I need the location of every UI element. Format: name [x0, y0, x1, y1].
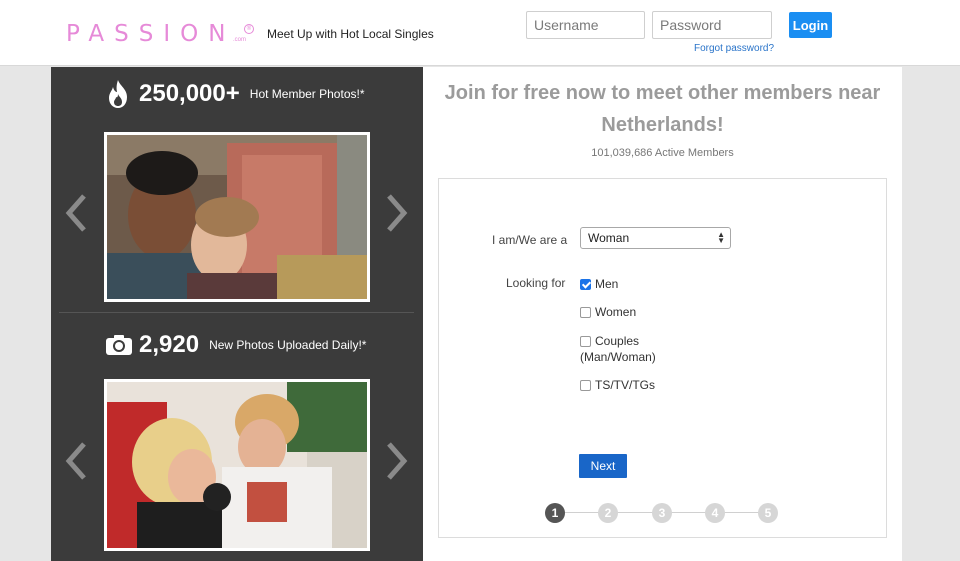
site-logo[interactable]: PASSION	[66, 21, 235, 47]
gender-select[interactable]: Woman ▲ ▼	[580, 227, 731, 249]
password-input[interactable]	[652, 11, 772, 39]
camera-icon	[106, 335, 132, 355]
member-photo[interactable]	[104, 132, 370, 302]
checkbox-couples[interactable]	[580, 336, 591, 347]
option-couples-label: Couples	[595, 334, 640, 348]
member-photo[interactable]	[104, 379, 370, 551]
photo-count-text: Hot Member Photos!*	[249, 87, 365, 101]
photo-count-stat: 250,000+ Hot Member Photos!*	[105, 79, 365, 109]
option-couples-sublabel: (Man/Woman)	[580, 350, 656, 364]
next-button[interactable]: Next	[579, 454, 627, 478]
login-button[interactable]: Login	[789, 12, 832, 38]
photo-count-number: 250,000+	[139, 80, 240, 107]
step-1: 1	[545, 503, 565, 523]
site-tagline: Meet Up with Hot Local Singles	[267, 27, 434, 41]
select-caret-icon: ▲ ▼	[717, 230, 725, 245]
panel-divider	[59, 312, 414, 313]
option-men[interactable]: Men	[580, 277, 618, 291]
checkbox-men[interactable]	[580, 279, 591, 290]
option-women[interactable]: Women	[580, 305, 636, 319]
active-members-count: 101,039,686 Active Members	[591, 147, 734, 159]
step-5: 5	[758, 503, 778, 523]
step-progress: 1 2 3 4 5	[545, 503, 785, 523]
forgot-password-link[interactable]: Forgot password?	[694, 43, 774, 54]
looking-for-label: Looking for	[506, 276, 566, 290]
gender-select-value: Woman	[588, 231, 630, 245]
step-2: 2	[598, 503, 618, 523]
prev-arrow-icon[interactable]	[64, 441, 88, 481]
promo-panel: 250,000+ Hot Member Photos!* 2,920 New P…	[51, 67, 423, 561]
step-4: 4	[705, 503, 725, 523]
registered-mark-icon: ®	[244, 24, 254, 34]
daily-uploads-number: 2,920	[139, 331, 200, 358]
logo-suffix: .com	[233, 37, 247, 43]
signup-headline: Join for free now to meet other members …	[444, 82, 881, 136]
checkbox-ts-tv-tg[interactable]	[580, 380, 591, 391]
next-arrow-icon[interactable]	[385, 441, 409, 481]
option-ts-tv-tg-label: TS/TV/TGs	[595, 378, 655, 392]
username-input[interactable]	[526, 11, 645, 39]
option-women-label: Women	[595, 305, 637, 319]
next-arrow-icon[interactable]	[385, 193, 409, 233]
top-header: PASSION ® .com Meet Up with Hot Local Si…	[0, 0, 960, 66]
signup-form: I am/We are a Woman ▲ ▼ Looking for Men W…	[438, 178, 887, 538]
daily-uploads-text: New Photos Uploaded Daily!*	[209, 338, 367, 352]
checkbox-women[interactable]	[580, 307, 591, 318]
prev-arrow-icon[interactable]	[64, 193, 88, 233]
iam-label: I am/We are a	[492, 233, 568, 247]
daily-uploads-stat: 2,920 New Photos Uploaded Daily!*	[105, 331, 366, 359]
signup-panel: Join for free now to meet other members …	[423, 67, 902, 561]
option-couples[interactable]: Couples	[580, 334, 639, 348]
option-ts-tv-tg[interactable]: TS/TV/TGs	[580, 378, 655, 392]
option-men-label: Men	[595, 277, 619, 291]
fire-icon	[109, 80, 127, 108]
step-3: 3	[652, 503, 672, 523]
